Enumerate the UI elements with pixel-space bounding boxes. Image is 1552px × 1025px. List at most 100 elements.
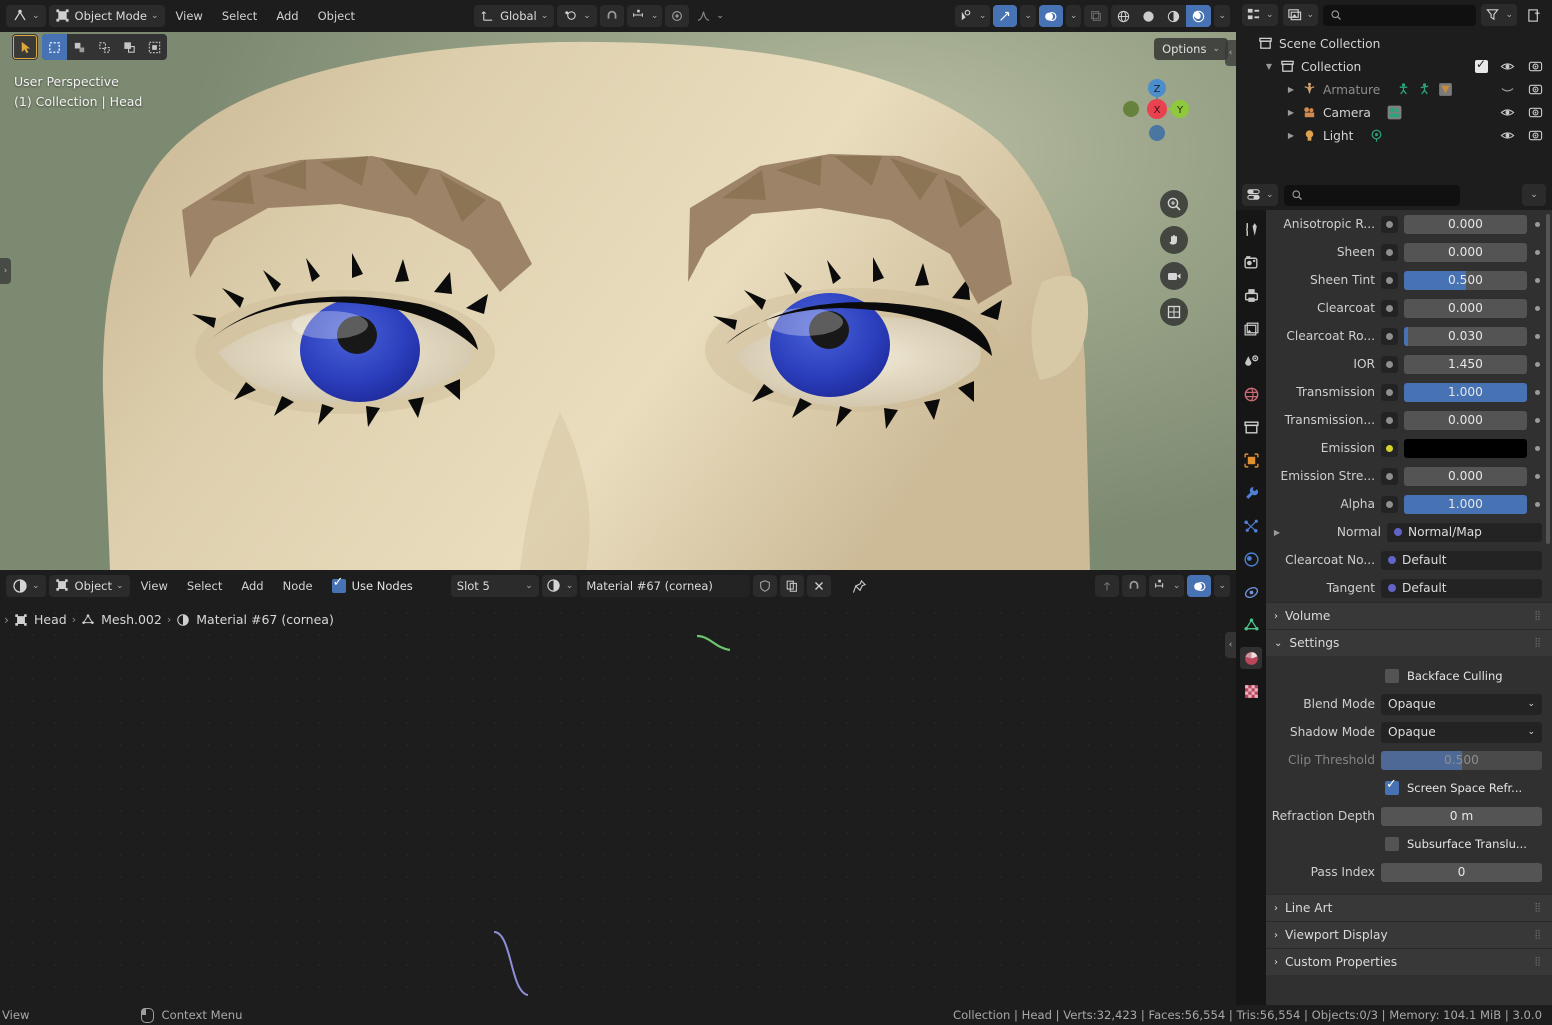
pan-hand-icon[interactable] (1160, 226, 1188, 254)
outliner-row[interactable]: ▶ Armature (1236, 78, 1552, 101)
animate-property-dot[interactable] (1533, 276, 1542, 285)
select-extend-tool-button[interactable] (117, 34, 142, 60)
property-row[interactable]: Anisotropic R... 0.000 (1266, 210, 1552, 238)
proportional-edit-toggle[interactable] (665, 5, 690, 27)
node-canvas[interactable]: › Head › Mesh.002 › Material #67 (cornea… (0, 602, 1236, 1005)
overlays-toggle[interactable] (1038, 5, 1063, 27)
shading-mode-group[interactable] (1111, 5, 1212, 27)
new-collection-button[interactable] (1522, 4, 1546, 26)
unlink-material-button[interactable] (807, 575, 832, 597)
outliner-row[interactable]: ▶ Light (1236, 124, 1552, 147)
pin-button[interactable] (847, 575, 871, 597)
animate-property-dot[interactable] (1533, 472, 1542, 481)
transform-orientation-selector[interactable]: Global ⌄ (474, 5, 555, 27)
node-overlays-options[interactable]: ⌄ (1214, 575, 1230, 597)
outliner-row[interactable]: ▼ Collection (1236, 55, 1552, 78)
input-socket-dot[interactable] (1381, 271, 1398, 289)
navigation-gizmo[interactable]: Z Y X (1118, 70, 1196, 148)
property-row[interactable]: ▶ Normal Normal/Map (1266, 518, 1552, 546)
backface-culling-checkbox[interactable] (1385, 669, 1399, 683)
eye-visible-icon[interactable] (1499, 127, 1516, 144)
shadow-mode-row[interactable]: Shadow Mode Opaque ⌄ (1266, 718, 1552, 746)
toggle-ortho-icon[interactable] (1160, 298, 1188, 326)
property-color-swatch[interactable] (1404, 438, 1527, 458)
overlays-options[interactable]: ⌄ (1065, 5, 1082, 27)
disclosure-closed-icon[interactable]: ▶ (1286, 85, 1296, 94)
shader-sidebar-toggle[interactable]: ‹ (1225, 632, 1236, 658)
input-socket-dot[interactable] (1381, 215, 1398, 233)
camera-data-icon[interactable] (1386, 104, 1403, 121)
render-visibility-icon[interactable] (1527, 104, 1544, 121)
property-row[interactable]: Clearcoat 0.000 (1266, 294, 1552, 322)
animate-property-dot[interactable] (1533, 500, 1542, 509)
shader-menu-view[interactable]: View (133, 575, 176, 597)
tab-particles[interactable] (1240, 515, 1262, 537)
input-socket-dot[interactable] (1381, 411, 1398, 429)
menu-select[interactable]: Select (214, 5, 265, 27)
use-nodes-toggle[interactable]: Use Nodes (324, 575, 421, 593)
shader-menu-node[interactable]: Node (275, 575, 321, 597)
property-link-field[interactable]: Default (1381, 550, 1542, 570)
property-value-field[interactable]: 0.000 (1404, 242, 1527, 262)
property-value-field[interactable]: 0.500 (1404, 270, 1527, 290)
pass-index-row[interactable]: Pass Index 0 (1266, 858, 1552, 886)
light-data-icon[interactable] (1368, 127, 1385, 144)
tab-tool[interactable] (1240, 218, 1262, 240)
select-tools-group[interactable] (42, 34, 167, 60)
disclosure-closed-icon[interactable]: ▶ (1286, 108, 1296, 117)
fake-user-button[interactable] (753, 575, 778, 597)
gizmo-toggle[interactable] (993, 5, 1018, 27)
animate-property-dot[interactable] (1533, 304, 1542, 313)
shading-options[interactable]: ⌄ (1214, 5, 1230, 27)
properties-options-button[interactable]: ⌄ (1522, 184, 1546, 206)
animate-property-dot[interactable] (1533, 332, 1542, 341)
breadcrumb-material[interactable]: Material #67 (cornea) (176, 612, 334, 627)
properties-search-input[interactable] (1283, 184, 1460, 206)
object-visibility-selector[interactable]: ⌄ (954, 5, 991, 27)
pivot-point-selector[interactable]: ⌄ (557, 5, 597, 27)
input-socket-dot[interactable] (1381, 439, 1398, 457)
drag-grip-icon[interactable]: ⣿ (1534, 930, 1542, 940)
select-circle-tool-button[interactable] (67, 34, 92, 60)
select-lasso-tool-button[interactable] (92, 34, 117, 60)
shading-wireframe[interactable] (1111, 5, 1136, 27)
snap-to-selector[interactable]: ⌄ (626, 5, 663, 27)
tab-texture[interactable] (1240, 680, 1262, 702)
node-overlays-toggle[interactable] (1187, 575, 1212, 597)
animate-property-dot[interactable] (1533, 388, 1542, 397)
eye-visible-icon[interactable] (1499, 104, 1516, 121)
property-value-field[interactable]: 0.000 (1404, 410, 1527, 430)
shader-menu-select[interactable]: Select (179, 575, 230, 597)
properties-tab-column[interactable] (1236, 210, 1266, 1005)
animate-property-dot[interactable] (1533, 220, 1542, 229)
property-row[interactable]: Emission (1266, 434, 1552, 462)
viewport-options-button[interactable]: Options ⌄ (1154, 38, 1228, 60)
tab-collection[interactable] (1240, 416, 1262, 438)
property-link-field[interactable]: Normal/Map (1387, 522, 1542, 542)
tab-modifiers[interactable] (1240, 482, 1262, 504)
drag-grip-icon[interactable]: ⣿ (1534, 638, 1542, 648)
drag-grip-icon[interactable]: ⣿ (1534, 957, 1542, 967)
disclosure-closed-icon[interactable]: ▶ (1286, 131, 1296, 140)
property-value-field[interactable]: 1.000 (1404, 382, 1527, 402)
render-visibility-icon[interactable] (1527, 127, 1544, 144)
property-link-field[interactable]: Default (1381, 578, 1542, 598)
input-socket-dot[interactable] (1381, 495, 1398, 513)
snap-to-node-button[interactable] (1094, 575, 1119, 597)
property-row[interactable]: Sheen 0.000 (1266, 238, 1552, 266)
property-row[interactable]: Alpha 1.000 (1266, 490, 1552, 518)
blend-mode-dropdown[interactable]: Opaque ⌄ (1381, 693, 1542, 715)
outliner-filter-button[interactable]: ⌄ (1481, 4, 1517, 26)
gizmo-options[interactable]: ⌄ (1020, 5, 1036, 27)
tab-view-layer[interactable] (1240, 317, 1262, 339)
viewport-tool-buttons[interactable] (12, 34, 167, 60)
section-line-art[interactable]: › Line Art ⣿ (1266, 894, 1552, 921)
input-socket-dot[interactable] (1381, 355, 1398, 373)
subsurface-translucency-row[interactable]: Subsurface Translu... (1266, 830, 1552, 858)
outliner-editor-type[interactable]: ⌄ (1242, 4, 1278, 26)
backface-culling-row[interactable]: Backface Culling (1266, 662, 1552, 690)
menu-object[interactable]: Object (310, 5, 363, 27)
property-row[interactable]: Clearcoat Ro... 0.030 (1266, 322, 1552, 350)
properties-content[interactable]: Anisotropic R... 0.000 Sheen 0.000 Sheen Tin… (1266, 210, 1552, 1005)
outliner-row[interactable]: Scene Collection (1236, 32, 1552, 55)
